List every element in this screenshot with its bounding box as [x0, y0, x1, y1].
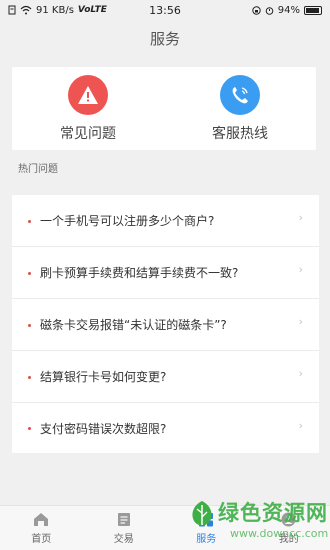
tab-service-label: 服务: [196, 533, 217, 545]
chevron-right-icon: ›: [298, 419, 303, 432]
document-icon: [117, 512, 130, 526]
bullet-dot: [28, 427, 31, 430]
network-speed: 91 KB/s: [36, 4, 74, 16]
bullet-dot: [28, 323, 31, 327]
hotline-label: 客服热线: [212, 125, 268, 142]
hotline-shortcut[interactable]: 客服热线: [180, 74, 300, 143]
notification-icon: [8, 5, 16, 15]
bottom-tab-bar: 首页 交易 服务 我的: [0, 505, 330, 550]
chevron-right-icon: ›: [298, 263, 303, 276]
faq-question: 结算银行卡号如何变更?: [40, 370, 167, 384]
chevron-right-icon: ›: [298, 211, 303, 224]
lock-rotation-icon: [252, 5, 261, 15]
tab-mine-label: 我的: [278, 533, 299, 545]
tab-transactions-label: 交易: [113, 533, 134, 545]
faq-question: 支付密码错误次数超限?: [40, 421, 167, 436]
bullet-dot: [28, 271, 31, 275]
person-icon: [281, 512, 296, 526]
status-bar: 91 KB/s VoLTE 13:56 94%: [0, 0, 330, 20]
chevron-right-icon: ›: [298, 367, 303, 380]
bullet-dot: [28, 219, 31, 223]
faq-list: 一个手机号可以注册多少个商户? › 刷卡预算手续费和结算手续费不一致? › 磁条…: [12, 195, 319, 453]
status-time: 13:56: [149, 3, 181, 17]
service-card: 常见问题 客服热线: [12, 67, 316, 150]
hot-questions-heading: 热门问题: [18, 164, 58, 175]
phone-icon: [220, 74, 260, 115]
page-title: 服务: [149, 30, 180, 48]
faq-label: 常见问题: [60, 125, 116, 142]
faq-question: 一个手机号可以注册多少个商户?: [40, 214, 215, 228]
faq-question: 磁条卡交易报错“未认证的磁条卡”?: [40, 318, 227, 332]
faq-item[interactable]: 磁条卡交易报错“未认证的磁条卡”? ›: [12, 299, 319, 351]
battery-icon: [304, 5, 322, 15]
wifi-icon: [20, 5, 32, 15]
faq-question: 刷卡预算手续费和结算手续费不一致?: [40, 266, 239, 280]
tab-mine[interactable]: 我的: [254, 512, 324, 545]
tab-service[interactable]: 服务: [171, 512, 241, 545]
faq-item[interactable]: 结算银行卡号如何变更? ›: [12, 351, 319, 403]
battery-percent: 94%: [277, 4, 300, 16]
service-icon: [199, 512, 214, 526]
status-right: 94%: [252, 5, 322, 16]
faq-item[interactable]: 刷卡预算手续费和结算手续费不一致? ›: [12, 247, 319, 299]
status-left: 91 KB/s VoLTE: [8, 5, 107, 16]
home-icon: [34, 512, 49, 526]
alarm-icon: [265, 6, 274, 15]
chevron-right-icon: ›: [298, 315, 303, 328]
bullet-dot: [28, 375, 31, 379]
tab-home[interactable]: 首页: [6, 512, 76, 545]
volte-indicator: VoLTE: [77, 5, 107, 15]
tab-home-label: 首页: [31, 533, 52, 545]
faq-item[interactable]: 一个手机号可以注册多少个商户? ›: [12, 195, 319, 247]
warning-icon: [68, 74, 108, 115]
faq-shortcut[interactable]: 常见问题: [28, 74, 148, 143]
tab-transactions[interactable]: 交易: [89, 512, 159, 545]
faq-item[interactable]: 支付密码错误次数超限? ›: [12, 403, 319, 453]
